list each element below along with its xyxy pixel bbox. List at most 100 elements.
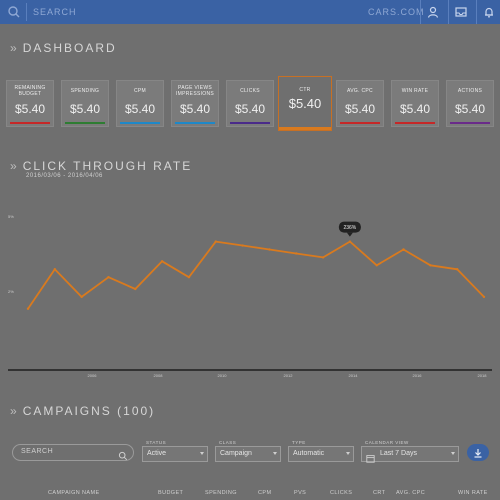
stat-value: $5.40 xyxy=(14,102,46,116)
ctr-data-point[interactable] xyxy=(402,248,405,251)
stat-color-bar xyxy=(340,122,380,124)
search-divider xyxy=(26,3,27,21)
chevron-down-icon xyxy=(346,452,350,455)
status-filter-label: STATUS xyxy=(145,440,168,445)
ctr-data-point[interactable] xyxy=(160,260,164,263)
ctr-data-point[interactable] xyxy=(348,240,352,243)
stat-color-bar xyxy=(65,122,105,124)
campaign-search-input[interactable]: SEARCH xyxy=(12,444,134,461)
notifications-button[interactable] xyxy=(476,0,500,24)
ctr-data-point[interactable] xyxy=(375,264,378,267)
ctr-data-point[interactable] xyxy=(295,252,298,255)
stat-label: AVG. CPC xyxy=(347,87,373,94)
ctr-data-point[interactable] xyxy=(187,275,191,279)
stat-value: $5.40 xyxy=(399,102,431,116)
stat-value: $5.40 xyxy=(288,96,322,111)
type-filter-select[interactable]: TYPE Automatic xyxy=(288,440,354,462)
ctr-data-point[interactable] xyxy=(134,287,137,291)
user-button[interactable] xyxy=(420,0,445,24)
dashboard-title: » DASHBOARD xyxy=(10,41,117,55)
stat-color-bar xyxy=(230,122,270,124)
table-column-header[interactable]: SPENDING xyxy=(205,490,237,496)
download-button[interactable] xyxy=(467,444,489,461)
stat-card[interactable]: WIN RATE $5.40 xyxy=(391,80,439,127)
x-tick-label: 2012 xyxy=(284,373,294,378)
search-icon[interactable] xyxy=(6,4,22,20)
calendar-view-value: Last 7 Days xyxy=(380,450,417,457)
ctr-title: » CLICK THROUGH RATE xyxy=(10,159,193,173)
global-search-input[interactable]: SEARCH xyxy=(33,4,353,20)
stat-card[interactable]: AVG. CPC $5.40 xyxy=(336,80,384,127)
status-filter-select[interactable]: STATUS Active xyxy=(142,440,208,462)
search-icon xyxy=(118,448,128,461)
top-bar: SEARCH CARS.COM xyxy=(0,0,500,24)
ctr-data-point[interactable] xyxy=(429,264,432,267)
stat-value: $5.40 xyxy=(234,102,266,116)
campaign-search-placeholder: SEARCH xyxy=(21,448,54,455)
table-column-header[interactable]: AVG. CPC xyxy=(396,490,425,496)
y-tick-label: 5% xyxy=(8,214,14,219)
ctr-data-point[interactable] xyxy=(214,240,217,243)
type-filter-label: TYPE xyxy=(291,440,307,445)
stat-card[interactable]: PAGE VIEWS IMPRESSIONS $5.40 xyxy=(171,80,219,127)
chevron-right-icon: » xyxy=(10,404,17,418)
stat-value: $5.40 xyxy=(344,102,376,116)
stat-label: ACTIONS xyxy=(457,87,483,94)
ctr-data-point[interactable] xyxy=(321,256,325,259)
ctr-data-point[interactable] xyxy=(482,295,486,299)
stat-card[interactable]: CLICKS $5.40 xyxy=(226,80,274,127)
stat-card[interactable]: ACTIONS $5.40 xyxy=(446,80,494,127)
stat-value: $5.40 xyxy=(69,102,101,116)
table-column-header[interactable]: CAMPAIGN NAME xyxy=(48,490,100,496)
ctr-data-point[interactable] xyxy=(268,248,271,251)
stat-card[interactable]: REMAINING BUDGET $5.40 xyxy=(6,80,54,127)
inbox-icon xyxy=(455,7,467,17)
ctr-data-point[interactable] xyxy=(80,295,83,299)
tooltip-pointer xyxy=(346,232,353,237)
ctr-data-point[interactable] xyxy=(53,268,57,271)
table-column-header[interactable]: WIN RATE xyxy=(458,490,488,496)
table-column-header[interactable]: CLICKS xyxy=(330,490,352,496)
stat-color-bar xyxy=(450,122,490,124)
calendar-view-select[interactable]: CALENDAR VIEW Last 7 Days xyxy=(361,440,459,463)
calendar-icon xyxy=(366,450,375,463)
stat-label: CPM xyxy=(133,87,146,94)
ctr-series-line xyxy=(27,240,485,310)
chevron-down-icon xyxy=(451,452,455,455)
stat-card[interactable]: CTR $5.40 xyxy=(278,76,332,131)
stat-value: $5.40 xyxy=(124,102,156,116)
x-tick-label: 2010 xyxy=(218,373,228,378)
ctr-data-point[interactable] xyxy=(107,275,110,279)
table-column-header[interactable]: CRT xyxy=(373,490,385,496)
stat-label: PAGE VIEWS IMPRESSIONS xyxy=(175,84,215,97)
user-icon xyxy=(427,6,439,18)
stat-label: CLICKS xyxy=(240,87,260,94)
stat-card[interactable]: SPENDING $5.40 xyxy=(61,80,109,127)
ctr-chart-svg: 5% 2% 2006 2008 2010 2012 2014 2016 2018 236% xyxy=(8,214,492,378)
tooltip-label: 236% xyxy=(343,225,356,231)
campaigns-table-header: CAMPAIGN NAME BUDGET SPENDING CPM PVS CLICKS C… xyxy=(0,490,500,500)
y-tick-label: 2% xyxy=(8,289,14,294)
chevron-right-icon: » xyxy=(10,41,17,55)
stat-color-bar xyxy=(395,122,435,124)
ctr-data-point[interactable] xyxy=(241,244,244,247)
ctr-date-range: 2016/03/06 - 2016/04/06 xyxy=(26,173,103,179)
inbox-button[interactable] xyxy=(448,0,473,24)
table-column-header[interactable]: BUDGET xyxy=(158,490,183,496)
x-tick-label: 2014 xyxy=(349,373,359,378)
x-tick-label: 2016 xyxy=(413,373,423,378)
ctr-data-point[interactable] xyxy=(455,268,459,271)
class-filter-select[interactable]: CLASS Campaign xyxy=(215,440,281,462)
stat-color-bar xyxy=(10,122,50,124)
stat-label: REMAINING BUDGET xyxy=(14,84,46,97)
stat-label: WIN RATE xyxy=(401,87,429,94)
campaigns-title: » CAMPAIGNS (100) xyxy=(10,404,156,418)
chevron-down-icon xyxy=(200,452,204,455)
x-tick-label: 2018 xyxy=(478,373,488,378)
table-column-header[interactable]: CPM xyxy=(258,490,271,496)
type-filter-value: Automatic xyxy=(293,450,325,457)
table-column-header[interactable]: PVS xyxy=(294,490,306,496)
stat-color-bar xyxy=(175,122,215,124)
ctr-data-point[interactable] xyxy=(26,307,30,310)
stat-card[interactable]: CPM $5.40 xyxy=(116,80,164,127)
